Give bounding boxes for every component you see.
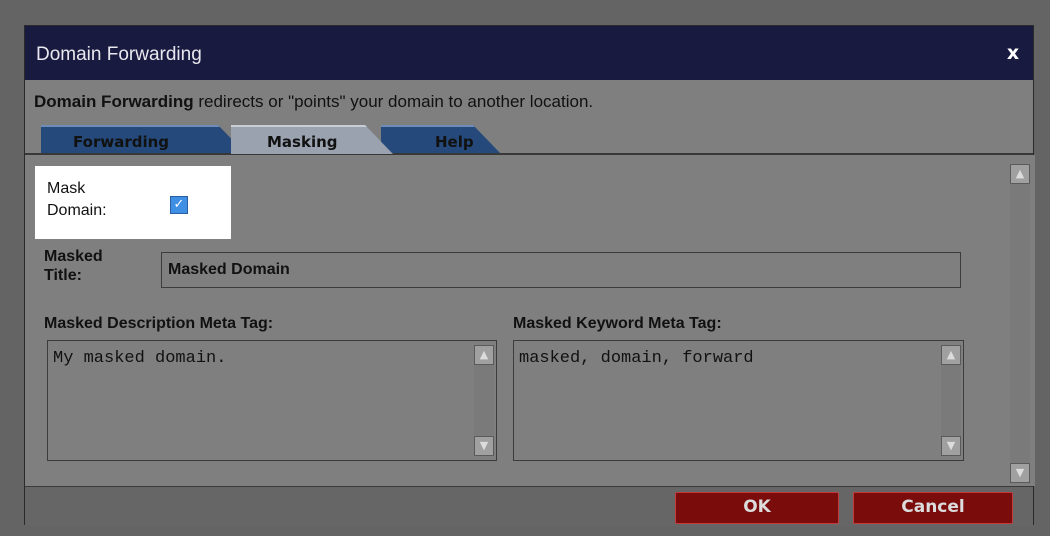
scrollbar-track[interactable] — [941, 365, 961, 436]
close-button[interactable]: x — [1003, 41, 1023, 65]
tab-bar: Forwarding Help Masking — [41, 125, 581, 154]
scrollbar-track[interactable] — [1010, 184, 1030, 463]
keyword-meta-textarea[interactable]: masked, domain, forward ▲ ▼ — [513, 340, 964, 461]
chevron-up-icon[interactable]: ▲ — [1010, 164, 1030, 184]
domain-forwarding-dialog: Domain Forwarding x Domain Forwarding re… — [24, 25, 1035, 526]
masked-title-label-line1: Masked — [44, 248, 103, 265]
cancel-button[interactable]: Cancel — [853, 492, 1013, 524]
mask-domain-label-line2: Domain: — [47, 202, 107, 219]
dialog-titlebar: Domain Forwarding x — [25, 26, 1033, 80]
masked-title-label-line2: Title: — [44, 267, 82, 284]
description-bold-text: Domain Forwarding — [34, 92, 194, 111]
dialog-footer: OK Cancel — [25, 486, 1033, 526]
dialog-header: Domain Forwarding redirects or "points" … — [25, 80, 1033, 154]
keyword-scrollbar[interactable]: ▲ ▼ — [941, 341, 963, 460]
tab-forwarding[interactable]: Forwarding — [41, 125, 246, 154]
masked-title-label: Masked Title: — [44, 247, 103, 285]
scrollbar-track[interactable] — [474, 365, 494, 436]
chevron-down-icon[interactable]: ▼ — [474, 436, 494, 456]
description-meta-label: Masked Description Meta Tag: — [44, 315, 274, 332]
panel-scrollbar[interactable]: ▲ ▼ — [1010, 164, 1030, 483]
mask-domain-checkbox[interactable]: ✓ — [170, 196, 188, 214]
description-scrollbar[interactable]: ▲ ▼ — [474, 341, 496, 460]
tab-masking[interactable]: Masking — [231, 125, 393, 154]
masked-title-input[interactable] — [161, 252, 961, 288]
mask-domain-highlight: Mask Domain: ✓ — [35, 166, 231, 239]
ok-button[interactable]: OK — [675, 492, 839, 524]
dialog-description: Domain Forwarding redirects or "points" … — [34, 92, 593, 112]
description-text: redirects or "points" your domain to ano… — [193, 92, 594, 111]
tab-help[interactable]: Help — [381, 125, 501, 154]
chevron-up-icon[interactable]: ▲ — [941, 345, 961, 365]
chevron-down-icon[interactable]: ▼ — [941, 436, 961, 456]
chevron-up-icon[interactable]: ▲ — [474, 345, 494, 365]
mask-domain-label-line1: Mask — [47, 180, 86, 197]
description-meta-textarea[interactable]: My masked domain. ▲ ▼ — [47, 340, 497, 461]
chevron-down-icon[interactable]: ▼ — [1010, 463, 1030, 483]
description-meta-value: My masked domain. — [53, 349, 227, 368]
keyword-meta-label: Masked Keyword Meta Tag: — [513, 315, 722, 332]
check-icon: ✓ — [173, 197, 185, 212]
dialog-title: Domain Forwarding — [36, 44, 202, 65]
keyword-meta-value: masked, domain, forward — [519, 349, 754, 368]
mask-domain-label: Mask Domain: — [47, 178, 107, 222]
masking-panel: Mask Domain: ✓ Masked Title: Masked Desc… — [25, 155, 1035, 486]
